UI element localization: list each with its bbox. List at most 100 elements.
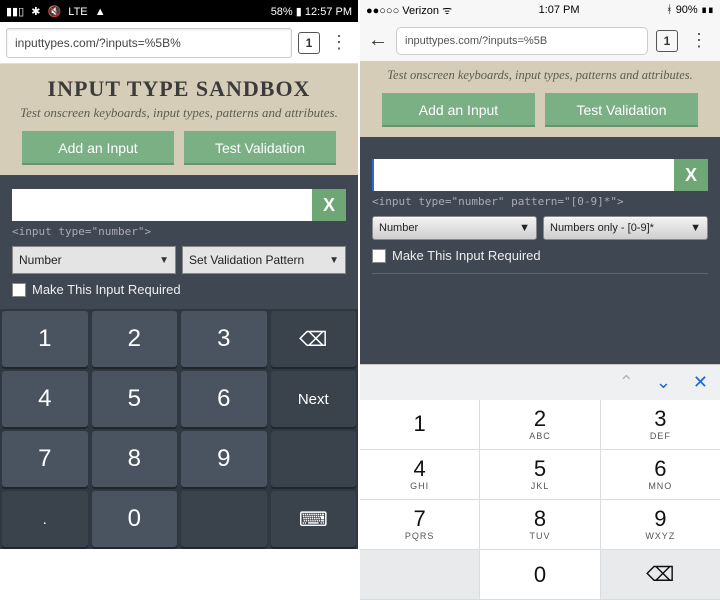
tabs-button[interactable]: 1: [298, 32, 320, 54]
status-right: ᚼ 90% ▮▮: [666, 4, 714, 16]
key-2[interactable]: 2ABC: [480, 400, 600, 450]
battery-pct: 58%: [271, 6, 293, 18]
required-checkbox[interactable]: [372, 249, 386, 263]
required-checkbox[interactable]: [12, 283, 26, 297]
pattern-select-value: Set Validation Pattern: [189, 253, 304, 267]
tabs-button[interactable]: 1: [656, 30, 678, 52]
key-7[interactable]: 7: [2, 431, 88, 487]
test-validation-button[interactable]: Test Validation: [184, 131, 336, 165]
wifi-icon: ▲: [95, 6, 106, 18]
key-4[interactable]: 4GHI: [360, 450, 480, 500]
status-right: 58% ▮ 12:57 PM: [271, 5, 352, 18]
page-subtitle: Test onscreen keyboards, input types, pa…: [370, 68, 710, 83]
backspace-key[interactable]: ⌫: [601, 550, 720, 600]
overflow-menu-icon[interactable]: ⋮: [686, 30, 712, 51]
bluetooth-icon: ᚼ: [666, 4, 673, 16]
space-key[interactable]: [181, 491, 267, 547]
key-2[interactable]: 2: [92, 311, 178, 367]
android-browser-toolbar: inputtypes.com/?inputs=%5B% 1 ⋮: [0, 22, 358, 64]
code-hint: <input type="number">: [12, 225, 346, 238]
overflow-menu-icon[interactable]: ⋮: [326, 32, 352, 53]
required-label: Make This Input Required: [32, 282, 181, 297]
key-0[interactable]: 0: [92, 491, 178, 547]
mute-icon: 🔇: [48, 6, 62, 18]
clear-input-button[interactable]: X: [674, 159, 708, 191]
key-5[interactable]: 5JKL: [480, 450, 600, 500]
battery-pct: 90%: [676, 4, 698, 16]
dot-key[interactable]: .: [2, 491, 88, 547]
backspace-icon: ⌫: [646, 562, 674, 587]
ios-keyboard-accessory: ⌃ ⌄ ✕: [360, 364, 720, 400]
status-icons-left: ▮▮▯ ✱ 🔇 LTE ▲: [6, 5, 110, 18]
signal-icon: ▮▮▯: [6, 6, 24, 18]
key-6[interactable]: 6: [181, 371, 267, 427]
wifi-icon: ᯤ: [442, 5, 452, 17]
type-select-value: Number: [19, 253, 62, 267]
type-select[interactable]: Number ▼: [372, 216, 537, 240]
form-panel: X <input type="number"> Number ▼ Set Vali…: [0, 175, 358, 309]
key-9[interactable]: 9WXYZ: [601, 500, 720, 550]
number-input[interactable]: [372, 159, 674, 191]
ios-status-bar: ●●○○○ Verizon ᯤ 1:07 PM ᚼ 90% ▮▮: [360, 0, 720, 20]
dismiss-keyboard-icon[interactable]: ✕: [693, 372, 708, 393]
required-label: Make This Input Required: [392, 248, 541, 263]
key-3[interactable]: 3DEF: [601, 400, 720, 450]
key-8[interactable]: 8TUV: [480, 500, 600, 550]
code-hint: <input type="number" pattern="[0-9]*">: [372, 195, 708, 208]
key-5[interactable]: 5: [92, 371, 178, 427]
android-phone: ▮▮▯ ✱ 🔇 LTE ▲ 58% ▮ 12:57 PM inputtypes.…: [0, 0, 360, 600]
android-keypad: 1 2 3 ⌫ 4 5 6 Next 7 8 9 . 0 ⌨: [0, 309, 358, 549]
carrier-label: Verizon: [402, 5, 439, 17]
ios-phone: ●●○○○ Verizon ᯤ 1:07 PM ᚼ 90% ▮▮ ← input…: [360, 0, 720, 600]
key-8[interactable]: 8: [92, 431, 178, 487]
clock: 1:07 PM: [539, 4, 580, 16]
url-bar[interactable]: inputtypes.com/?inputs=%5B: [396, 27, 648, 55]
add-input-button[interactable]: Add an Input: [382, 93, 535, 127]
blank-key: [360, 550, 480, 600]
type-select[interactable]: Number ▼: [12, 246, 176, 274]
page-title: INPUT TYPE SANDBOX: [10, 76, 348, 102]
key-4[interactable]: 4: [2, 371, 88, 427]
chevron-down-icon: ▼: [329, 255, 339, 266]
chevron-down-icon: ▼: [519, 222, 530, 234]
next-field-icon[interactable]: ⌄: [656, 372, 671, 393]
bluetooth-icon: ✱: [31, 6, 40, 18]
pattern-select-value: Numbers only - [0-9]*: [550, 222, 654, 234]
divider: [372, 273, 708, 274]
key-9[interactable]: 9: [181, 431, 267, 487]
clock: 12:57 PM: [305, 6, 352, 18]
test-validation-button[interactable]: Test Validation: [545, 93, 698, 127]
ios-keypad: 1 2ABC 3DEF 4GHI 5JKL 6MNO 7PQRS 8TUV 9W…: [360, 400, 720, 600]
page-header: Test onscreen keyboards, input types, pa…: [360, 62, 720, 137]
key-0[interactable]: 0: [480, 550, 600, 600]
prev-field-icon[interactable]: ⌃: [619, 372, 634, 393]
back-button[interactable]: ←: [368, 29, 388, 52]
add-input-button[interactable]: Add an Input: [22, 131, 174, 165]
chevron-down-icon: ▼: [690, 222, 701, 234]
pattern-select[interactable]: Numbers only - [0-9]* ▼: [543, 216, 708, 240]
signal-icon: ●●○○○: [366, 5, 399, 17]
form-panel: X <input type="number" pattern="[0-9]*">…: [360, 137, 720, 364]
page-header: INPUT TYPE SANDBOX Test onscreen keyboar…: [0, 64, 358, 175]
key-7[interactable]: 7PQRS: [360, 500, 480, 550]
page-subtitle: Test onscreen keyboards, input types, pa…: [10, 105, 348, 121]
status-left: ●●○○○ Verizon ᯤ: [366, 3, 452, 18]
backspace-key[interactable]: ⌫: [271, 311, 357, 367]
key-1[interactable]: 1: [360, 400, 480, 450]
type-select-value: Number: [379, 222, 418, 234]
next-key[interactable]: Next: [271, 371, 357, 427]
blank-key[interactable]: [271, 431, 357, 487]
keyboard-switch-key[interactable]: ⌨: [271, 491, 357, 547]
pattern-select[interactable]: Set Validation Pattern ▼: [182, 246, 346, 274]
battery-icon: ▮▮: [701, 4, 714, 16]
number-input[interactable]: [12, 189, 312, 221]
url-bar[interactable]: inputtypes.com/?inputs=%5B%: [6, 28, 292, 58]
ios-browser-toolbar: ← inputtypes.com/?inputs=%5B 1 ⋮: [360, 20, 720, 62]
clear-input-button[interactable]: X: [312, 189, 346, 221]
key-6[interactable]: 6MNO: [601, 450, 720, 500]
battery-icon: ▮: [296, 6, 302, 18]
chevron-down-icon: ▼: [159, 255, 169, 266]
android-status-bar: ▮▮▯ ✱ 🔇 LTE ▲ 58% ▮ 12:57 PM: [0, 0, 358, 22]
key-1[interactable]: 1: [2, 311, 88, 367]
key-3[interactable]: 3: [181, 311, 267, 367]
